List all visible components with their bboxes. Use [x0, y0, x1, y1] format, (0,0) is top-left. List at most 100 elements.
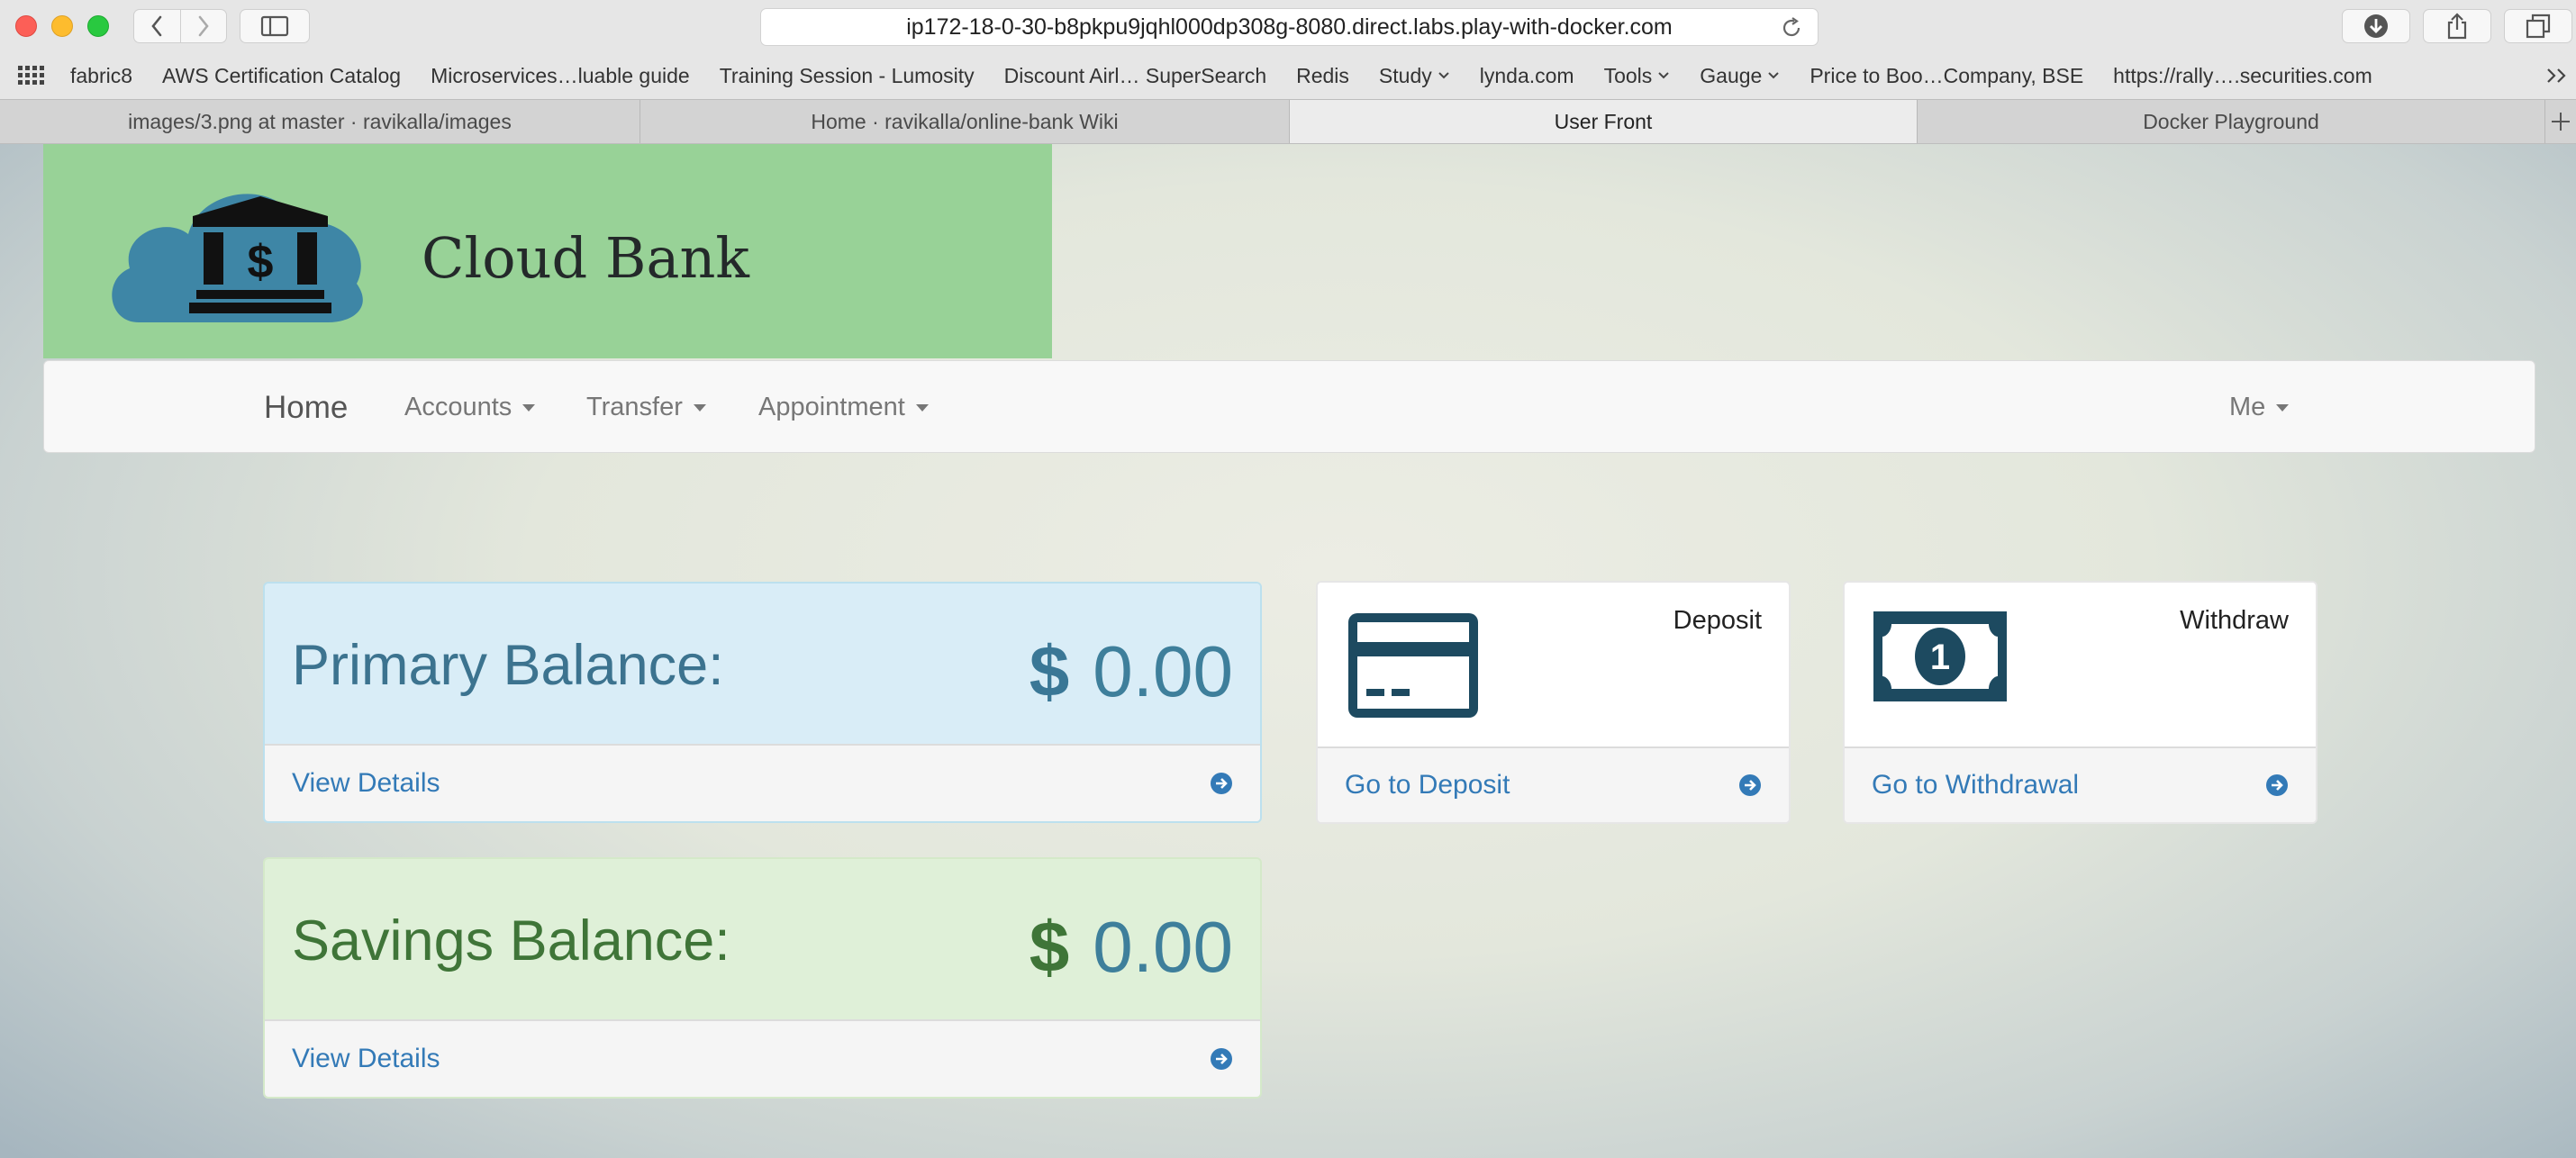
go-to-deposit-label: Go to Deposit	[1345, 770, 1510, 800]
tab-bar: images/3.png at master · ravikalla/image…	[0, 99, 2576, 144]
grid-apps-icon[interactable]	[18, 66, 45, 86]
balance-value: 0.00	[1093, 631, 1233, 711]
savings-balance-amount: $ 0.00	[1029, 906, 1233, 989]
currency-symbol: $	[1029, 907, 1070, 987]
back-button[interactable]	[134, 10, 180, 42]
arrow-circle-right-icon	[1211, 1048, 1232, 1070]
tab-label: Home · ravikalla/online-bank Wiki	[811, 109, 1119, 133]
bookmark-item[interactable]: Discount Airl… SuperSearch	[1004, 64, 1266, 88]
chevron-down-icon	[1658, 72, 1669, 79]
reload-icon[interactable]	[1780, 16, 1803, 40]
savings-view-details-link[interactable]: View Details	[265, 1019, 1260, 1097]
close-window-button[interactable]	[15, 15, 37, 37]
bookmark-item[interactable]: fabric8	[70, 64, 132, 88]
svg-text:1: 1	[1930, 638, 1950, 677]
bookmarks-bar: fabric8 AWS Certification Catalog Micros…	[0, 52, 2576, 99]
nav-appointment-dropdown[interactable]: Appointment	[758, 361, 929, 454]
nav-accounts-dropdown[interactable]: Accounts	[404, 361, 536, 454]
primary-balance-heading: Primary Balance: $ 0.00	[265, 584, 1260, 744]
primary-balance-label: Primary Balance:	[292, 634, 724, 697]
more-bookmarks-icon[interactable]	[2545, 67, 2569, 85]
main-navbar: Home Accounts Transfer Appointment Me	[43, 360, 2535, 453]
chevron-down-icon	[1768, 72, 1780, 79]
view-details-label: View Details	[292, 1044, 440, 1073]
nav-label: Appointment	[758, 393, 905, 421]
bookmark-item[interactable]: Training Session - Lumosity	[720, 64, 975, 88]
chevron-left-icon	[151, 15, 162, 37]
view-details-label: View Details	[292, 768, 440, 798]
go-to-deposit-link[interactable]: Go to Deposit	[1318, 746, 1789, 822]
sidebar-toggle-button[interactable]	[240, 9, 310, 43]
savings-balance-panel: Savings Balance: $ 0.00 View Details	[263, 857, 1262, 1099]
credit-card-icon	[1348, 613, 1478, 718]
balance-value: 0.00	[1093, 907, 1233, 987]
bookmark-item[interactable]: https://rally….securities.com	[2113, 64, 2372, 88]
caret-down-icon	[2276, 403, 2290, 412]
withdraw-title: Withdraw	[2180, 606, 2289, 635]
tab-label: Docker Playground	[2143, 109, 2319, 133]
tab-label: User Front	[1554, 109, 1653, 133]
address-bar[interactable]: ip172-18-0-30-b8pkpu9jqhl000dp308g-8080.…	[760, 8, 1819, 46]
go-to-withdrawal-link[interactable]: Go to Withdrawal	[1845, 746, 2316, 822]
tab-label: images/3.png at master · ravikalla/image…	[128, 109, 512, 133]
tabs-overview-icon	[2526, 14, 2551, 39]
deposit-title: Deposit	[1673, 606, 1762, 635]
savings-balance-heading: Savings Balance: $ 0.00	[265, 859, 1260, 1019]
savings-balance-label: Savings Balance:	[292, 909, 730, 973]
sidebar-icon	[260, 15, 289, 37]
browser-tab[interactable]: Docker Playground	[1918, 100, 2545, 143]
nav-label: Accounts	[404, 393, 512, 421]
share-button[interactable]	[2423, 9, 2491, 43]
money-bill-icon: 1	[1873, 611, 2007, 701]
browser-tab[interactable]: images/3.png at master · ravikalla/image…	[0, 100, 640, 143]
primary-balance-panel: Primary Balance: $ 0.00 View Details	[263, 582, 1262, 823]
bookmark-folder-label: Study	[1378, 63, 1432, 87]
bookmark-item[interactable]: lynda.com	[1480, 64, 1574, 88]
brand-header: $ Cloud Bank	[43, 144, 1052, 358]
bookmark-folder-label: Gauge	[1700, 63, 1763, 87]
brand-name: Cloud Bank	[422, 225, 749, 291]
bookmark-folder-label: Tools	[1603, 63, 1653, 87]
nav-transfer-dropdown[interactable]: Transfer	[586, 361, 706, 454]
new-tab-button[interactable]	[2545, 100, 2576, 143]
currency-symbol: $	[1029, 631, 1070, 711]
url-text: ip172-18-0-30-b8pkpu9jqhl000dp308g-8080.…	[906, 14, 1673, 40]
arrow-circle-right-icon	[2266, 774, 2288, 796]
deposit-panel: Deposit Go to Deposit	[1316, 581, 1791, 824]
caret-down-icon	[915, 403, 929, 412]
browser-tab-active[interactable]: User Front	[1290, 100, 1918, 143]
bookmark-folder-study[interactable]: Study	[1379, 64, 1450, 88]
bookmark-folder-tools[interactable]: Tools	[1604, 64, 1671, 88]
caret-down-icon	[522, 403, 536, 412]
bookmark-item[interactable]: AWS Certification Catalog	[162, 64, 401, 88]
chevron-down-icon	[1438, 72, 1449, 79]
go-to-withdrawal-label: Go to Withdrawal	[1872, 770, 2080, 800]
bookmark-item[interactable]: Price to Boo…Company, BSE	[1810, 64, 2083, 88]
browser-tab[interactable]: Home · ravikalla/online-bank Wiki	[640, 100, 1290, 143]
zoom-window-button[interactable]	[87, 15, 109, 37]
primary-balance-amount: $ 0.00	[1029, 630, 1233, 713]
share-icon	[2447, 13, 2467, 40]
show-tabs-button[interactable]	[2504, 9, 2572, 43]
nav-home[interactable]: Home	[264, 361, 348, 454]
plus-icon	[2552, 113, 2570, 131]
withdraw-panel: 1 Withdraw Go to Withdrawal	[1843, 581, 2317, 824]
history-nav	[133, 9, 227, 43]
browser-titlebar: ip172-18-0-30-b8pkpu9jqhl000dp308g-8080.…	[0, 0, 2576, 52]
nav-me-dropdown[interactable]: Me	[2229, 361, 2290, 454]
nav-label: Transfer	[586, 393, 683, 421]
primary-view-details-link[interactable]: View Details	[265, 744, 1260, 821]
forward-button[interactable]	[179, 10, 227, 42]
caret-down-icon	[693, 403, 706, 412]
bookmark-folder-gauge[interactable]: Gauge	[1700, 64, 1780, 88]
bookmark-item[interactable]: Redis	[1296, 64, 1349, 88]
page-viewport: $ Cloud Bank Home Accounts Transfer Appo…	[0, 144, 2576, 1158]
download-icon	[2364, 14, 2388, 38]
bookmark-item[interactable]: Microservices…luable guide	[431, 64, 690, 88]
bank-cloud-logo-icon[interactable]: $	[103, 171, 409, 333]
minimize-window-button[interactable]	[51, 15, 73, 37]
chevron-right-icon	[198, 15, 209, 37]
arrow-circle-right-icon	[1739, 774, 1761, 796]
downloads-button[interactable]	[2342, 9, 2410, 43]
arrow-circle-right-icon	[1211, 773, 1232, 794]
